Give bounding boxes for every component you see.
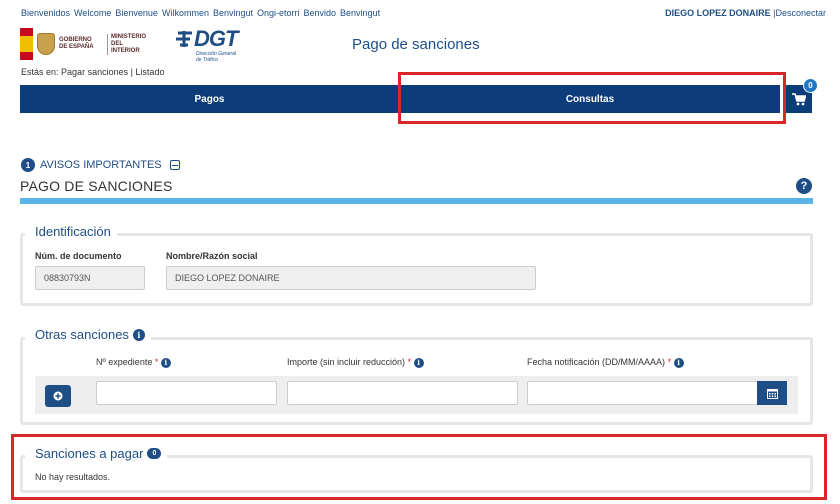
expediente-input[interactable]	[96, 381, 277, 405]
lang-link[interactable]: Wilkommen	[162, 8, 209, 18]
breadcrumb: Estás en: Pagar sanciones | Listado	[21, 67, 164, 77]
lang-link[interactable]: Benvingut	[213, 8, 253, 18]
cart-count-badge: 0	[803, 78, 818, 93]
collapse-icon[interactable]	[169, 160, 180, 170]
identificacion-legend: Identificación	[25, 224, 117, 239]
highlight-consultas	[398, 72, 786, 124]
cart-icon	[792, 92, 806, 105]
language-links: Bienvenidos Welcome Bienvenue Wilkommen …	[21, 8, 380, 18]
name-field: DIEGO LOPEZ DONAIRE	[166, 266, 536, 290]
dgt-subtitle: Dirección General de Tráfico	[196, 51, 237, 63]
user-info: DIEGO LOPEZ DONAIRE |Desconectar	[665, 8, 826, 18]
avisos-label: AVISOS IMPORTANTES	[40, 159, 162, 171]
logout-link[interactable]: Desconectar	[775, 8, 826, 18]
fecha-input[interactable]	[527, 381, 758, 405]
dgt-text: DGT	[194, 26, 238, 51]
add-sancion-button[interactable]	[45, 385, 71, 407]
avisos-count: 1	[21, 158, 35, 172]
ministerio-text: MINISTERIO DEL INTERIOR	[107, 33, 151, 55]
section-title: PAGO DE SANCIONES	[20, 178, 173, 194]
gobierno-text: GOBIERNO DE ESPAÑA	[59, 37, 94, 50]
highlight-sanciones	[11, 434, 827, 500]
importe-input[interactable]	[287, 381, 518, 405]
info-icon[interactable]: i	[673, 357, 684, 368]
avisos-importantes[interactable]: 1 AVISOS IMPORTANTES	[21, 158, 180, 172]
coat-of-arms-icon	[37, 33, 55, 55]
breadcrumb-prefix: Estás en:	[21, 67, 59, 77]
breadcrumb-path[interactable]: Pagar sanciones | Listado	[61, 67, 164, 77]
user-name: DIEGO LOPEZ DONAIRE	[665, 8, 771, 18]
calendar-icon	[766, 388, 778, 399]
lang-link[interactable]: Ongi-etorri	[257, 8, 300, 18]
lang-link[interactable]: Benvingut	[340, 8, 380, 18]
otras-sanciones-legend: Otras sanciones i	[25, 327, 151, 342]
lang-link[interactable]: Bienvenue	[115, 8, 158, 18]
lang-link[interactable]: Benvido	[304, 8, 337, 18]
lang-link[interactable]: Bienvenidos	[21, 8, 70, 18]
gobierno-logo: GOBIERNO DE ESPAÑA MINISTERIO DEL INTERI…	[20, 28, 162, 60]
page-title: Pago de sanciones	[352, 36, 480, 53]
dgt-logo: DGT Dirección General de Tráfico	[176, 27, 246, 63]
section-title-underline	[20, 198, 813, 204]
doc-number-field: 08830793N	[35, 266, 145, 290]
info-icon[interactable]: i	[132, 328, 145, 341]
nav-pagos[interactable]: Pagos	[20, 85, 400, 113]
info-icon[interactable]: i	[160, 357, 171, 368]
importe-label: Importe (sin incluir reducción) * i	[287, 357, 424, 368]
name-label: Nombre/Razón social	[166, 251, 258, 261]
expediente-label: Nº expediente * i	[96, 357, 171, 368]
fecha-label: Fecha notificación (DD/MM/AAAA) * i	[527, 357, 684, 368]
spain-flag-icon	[20, 28, 33, 60]
lang-link[interactable]: Welcome	[74, 8, 111, 18]
info-icon[interactable]: i	[413, 357, 424, 368]
dgt-mark-icon	[176, 31, 192, 47]
help-icon[interactable]: ?	[796, 178, 812, 194]
doc-label: Núm. de documento	[35, 251, 122, 261]
plus-circle-icon	[53, 391, 63, 401]
calendar-button[interactable]	[757, 381, 787, 405]
